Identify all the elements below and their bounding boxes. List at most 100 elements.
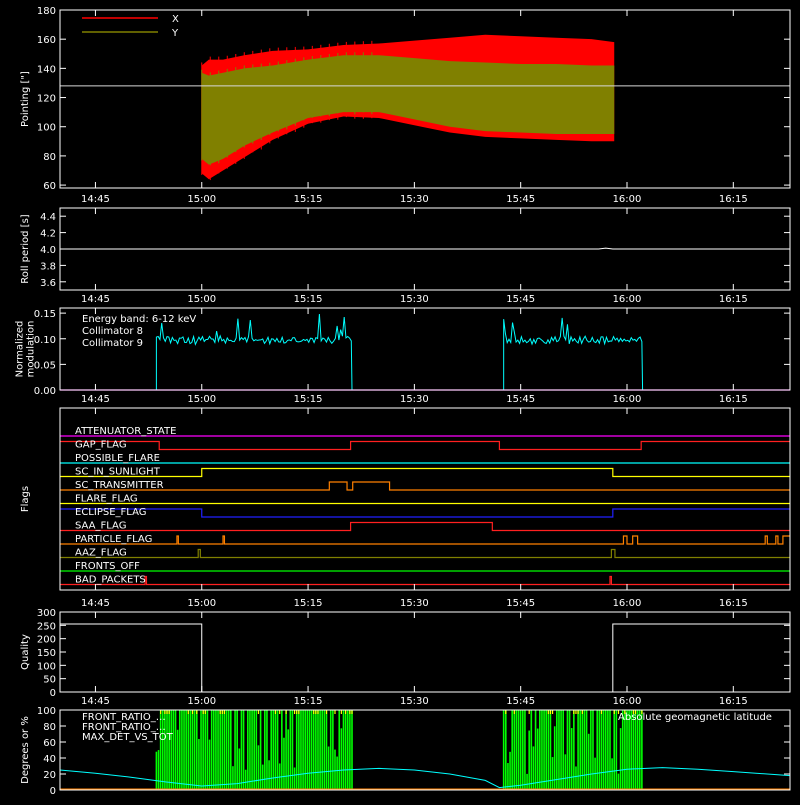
quality-ytick-label: 200 bbox=[37, 635, 56, 646]
ratios-ytick-label: 100 bbox=[37, 706, 56, 717]
roll-ytick-label: 3.6 bbox=[40, 278, 56, 289]
flag-label-flare-flag: FLARE_FLAG bbox=[75, 494, 138, 505]
modulation-xtick-label: 15:15 bbox=[294, 394, 323, 405]
flag-label-particle-flag: PARTICLE_FLAG bbox=[75, 534, 152, 545]
ratios-ytick-label: 60 bbox=[43, 738, 56, 749]
pointing-band-y bbox=[201, 55, 615, 165]
flag-line-saa-flag bbox=[60, 521, 790, 532]
modulation-ytick-label: 0.00 bbox=[34, 386, 56, 397]
quality-xtick-label: 16:15 bbox=[719, 696, 748, 707]
modulation-xtick-label: 16:00 bbox=[613, 394, 642, 405]
flag-label-sc-transmitter: SC_TRANSMITTER bbox=[75, 480, 164, 491]
flags-xtick-label: 15:30 bbox=[400, 598, 429, 609]
flags-xtick-label: 14:45 bbox=[81, 598, 110, 609]
modulation-ytick-label: 0.05 bbox=[34, 360, 56, 371]
flags-xtick-label: 16:00 bbox=[613, 598, 642, 609]
roll-xtick-label: 15:30 bbox=[400, 294, 429, 305]
pointing-xtick-label: 15:00 bbox=[187, 194, 216, 205]
roll-ytick-label: 4.4 bbox=[40, 212, 56, 223]
modulation-legend-collimator-8: Collimator 8 bbox=[82, 326, 143, 337]
quality-ylabel: Quality bbox=[20, 634, 31, 670]
flags-xtick-label: 15:00 bbox=[187, 598, 216, 609]
quality-xtick-label: 15:00 bbox=[187, 696, 216, 707]
modulation-legend-collimator-9: Collimator 9 bbox=[82, 338, 143, 349]
quality-ytick-label: 250 bbox=[37, 621, 56, 632]
modulation-ytick-label: 0.15 bbox=[34, 309, 56, 320]
pointing-xtick-label: 15:15 bbox=[294, 194, 323, 205]
flag-label-eclipse-flag: ECLIPSE_FLAG bbox=[75, 507, 146, 518]
flag-line-aaz-flag bbox=[60, 548, 790, 559]
pointing-ytick-label: 160 bbox=[37, 35, 56, 46]
flag-label-aaz-flag: AAZ_FLAG bbox=[75, 548, 127, 559]
pointing-ytick-label: 60 bbox=[43, 181, 56, 192]
roll-xtick-label: 15:00 bbox=[187, 294, 216, 305]
roll-xtick-label: 16:00 bbox=[613, 294, 642, 305]
roll-xtick-label: 14:45 bbox=[81, 294, 110, 305]
roll-ylabel: Roll period [s] bbox=[20, 214, 31, 283]
ratios-ytick-label: 80 bbox=[43, 722, 56, 733]
flags-xtick-label: 15:15 bbox=[294, 598, 323, 609]
quality-xtick-label: 15:30 bbox=[400, 696, 429, 707]
quality-line bbox=[60, 623, 790, 693]
flag-label-gap-flag: GAP_FLAG bbox=[75, 440, 127, 451]
quality-ytick-label: 150 bbox=[37, 648, 56, 659]
pointing-xtick-label: 16:00 bbox=[613, 194, 642, 205]
roll-ytick-label: 4.2 bbox=[40, 229, 56, 240]
quality-xtick-label: 16:00 bbox=[613, 696, 642, 707]
ratios-ylabel: Degrees or % bbox=[20, 716, 31, 784]
flag-label-sc-in-sunlight: SC_IN_SUNLIGHT bbox=[75, 467, 161, 478]
modulation-energy-band-label: Energy band: 6-12 keV bbox=[82, 314, 196, 325]
pointing-ytick-label: 80 bbox=[43, 152, 56, 163]
flag-label-possible-flare: POSSIBLE_FLARE bbox=[75, 453, 160, 464]
modulation-xtick-label: 15:45 bbox=[506, 394, 535, 405]
modulation-ylabel: modulation bbox=[26, 321, 37, 378]
flag-label-attenuator-state: ATTENUATOR_STATE bbox=[75, 426, 176, 437]
ratios-ytick-label: 40 bbox=[43, 754, 56, 765]
quality-xtick-label: 14:45 bbox=[81, 696, 110, 707]
pointing-ytick-label: 180 bbox=[37, 6, 56, 17]
quality-ytick-label: 100 bbox=[37, 661, 56, 672]
flag-line-eclipse-flag bbox=[60, 508, 790, 518]
roll-ytick-label: 4.0 bbox=[40, 245, 56, 256]
ratios-latitude-label: Absolute geomagnetic latitude bbox=[618, 712, 772, 723]
flags-ylabel: Flags bbox=[20, 486, 31, 512]
pointing-ytick-label: 120 bbox=[37, 94, 56, 105]
pointing-legend-label-y: Y bbox=[171, 28, 179, 39]
quality-ytick-label: 0 bbox=[50, 688, 56, 699]
flag-line-particle-flag bbox=[60, 535, 790, 545]
flag-label-fronts-off: FRONTS_OFF bbox=[75, 561, 140, 572]
pointing-legend-label-x: X bbox=[172, 14, 179, 25]
roll-xtick-label: 15:15 bbox=[294, 294, 323, 305]
pointing-xtick-label: 15:45 bbox=[506, 194, 535, 205]
roll-xtick-label: 16:15 bbox=[719, 294, 748, 305]
flags-xtick-label: 15:45 bbox=[506, 598, 535, 609]
quality-ytick-label: 300 bbox=[37, 608, 56, 619]
pointing-xtick-label: 14:45 bbox=[81, 194, 110, 205]
pointing-ytick-label: 140 bbox=[37, 64, 56, 75]
collimator-8-line bbox=[60, 313, 790, 391]
pointing-ytick-label: 100 bbox=[37, 123, 56, 134]
chart-figure: 60 80 100 120 140 160 180 Pointing ["] 14:45 15:0… bbox=[0, 0, 800, 800]
chart-svg: 60 80 100 120 140 160 180 Pointing ["] 14:45 15:0… bbox=[15, 6, 791, 797]
flag-line-bad-packets bbox=[60, 575, 790, 586]
quality-xtick-label: 15:45 bbox=[506, 696, 535, 707]
quality-ytick-label: 50 bbox=[43, 675, 56, 686]
modulation-xtick-label: 15:00 bbox=[187, 394, 216, 405]
flag-line-sc-in-sunlight bbox=[60, 467, 790, 478]
modulation-ytick-label: 0.10 bbox=[34, 335, 56, 346]
pointing-ylabel: Pointing ["] bbox=[20, 71, 31, 127]
modulation-ylabel: Normalized bbox=[15, 321, 26, 378]
flags-xtick-label: 16:15 bbox=[719, 598, 748, 609]
ratios-legend-2: MAX_DET_VS_TOT bbox=[82, 732, 174, 743]
flag-label-bad-packets: BAD_PACKETS bbox=[75, 575, 146, 586]
pointing-xtick-label: 16:15 bbox=[719, 194, 748, 205]
quality-xtick-label: 15:15 bbox=[294, 696, 323, 707]
flag-line-gap-flag bbox=[60, 440, 790, 451]
flag-label-saa-flag: SAA_FLAG bbox=[75, 521, 126, 532]
roll-period-line bbox=[60, 247, 790, 250]
modulation-xtick-label: 15:30 bbox=[400, 394, 429, 405]
ratios-ytick-label: 20 bbox=[43, 770, 56, 781]
roll-xtick-label: 15:45 bbox=[506, 294, 535, 305]
roll-ytick-label: 3.8 bbox=[40, 261, 56, 272]
modulation-xtick-label: 16:15 bbox=[719, 394, 748, 405]
